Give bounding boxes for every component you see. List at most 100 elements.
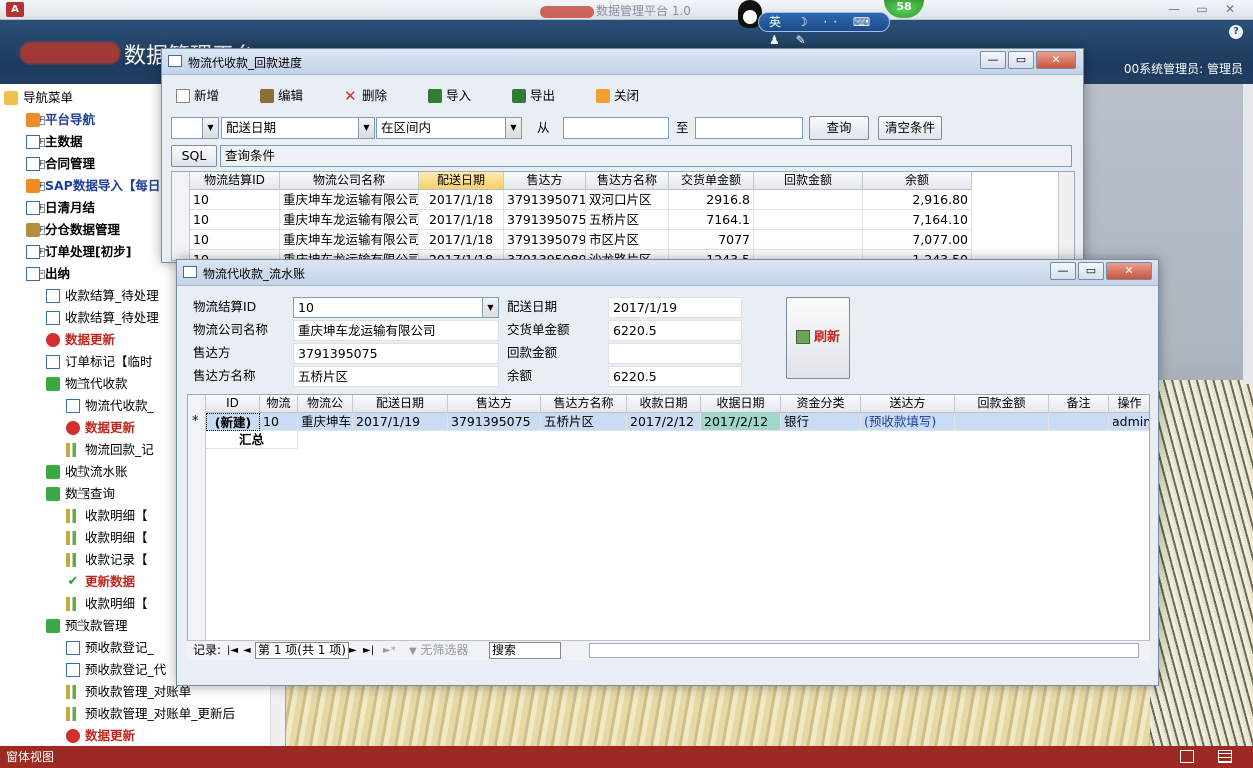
sidebar-item[interactable]: + 分仓数据管理 (26, 219, 120, 241)
sidebar-item[interactable]: − 数据查询 (46, 483, 115, 505)
table-cell[interactable]: 重庆坤车 (298, 413, 353, 431)
win1-restore-button[interactable]: ▭ (1008, 51, 1034, 69)
column-header[interactable]: 收据日期 (701, 395, 781, 413)
table-cell[interactable]: 市区片区 (586, 230, 669, 250)
ime-toolbar[interactable]: 英 ☽ ·· ⌨ ♟ ✎ (758, 12, 890, 47)
win1-minimize-button[interactable]: — (980, 51, 1006, 69)
table-cell[interactable]: 银行 (781, 413, 861, 431)
to-input[interactable] (695, 117, 803, 139)
add-button[interactable]: 新增 (176, 87, 219, 105)
column-header[interactable]: 物流公司名称 (280, 172, 419, 190)
win2-minimize-button[interactable]: — (1050, 262, 1076, 280)
table-cell[interactable]: 7164.1 (669, 210, 754, 230)
column-header[interactable]: 配送日期 (353, 395, 448, 413)
sidebar-item[interactable]: + 平台导航 (26, 109, 95, 131)
form-view-icon[interactable] (1180, 750, 1194, 763)
column-header[interactable]: 物流公 (298, 395, 353, 413)
horizontal-scrollbar[interactable] (589, 643, 1139, 658)
table-cell[interactable]: 重庆坤车龙运输有限公司 (280, 210, 419, 230)
sidebar-item[interactable]: 物流代收款_ (66, 395, 154, 417)
new-record-button[interactable]: ►* (383, 641, 396, 660)
expand-toggle-icon[interactable]: − (76, 622, 85, 631)
column-header[interactable]: 送达方 (861, 395, 955, 413)
win2-titlebar[interactable]: 物流代收款_流水账 — ▭ ✕ (177, 260, 1158, 286)
column-header[interactable]: 售达方 (448, 395, 541, 413)
table-cell[interactable]: admin (1109, 413, 1149, 431)
column-header[interactable]: 备注 (1049, 395, 1109, 413)
table-cell[interactable]: 10 (260, 413, 298, 431)
table-cell[interactable]: 五桥片区 (586, 210, 669, 230)
prev-record-button[interactable]: ◄ (243, 641, 251, 660)
first-record-button[interactable]: |◄ (227, 641, 238, 660)
app-close-button[interactable]: ✕ (1220, 1, 1240, 18)
table-cell[interactable]: 3791395071 (504, 190, 586, 210)
sidebar-item[interactable]: 预收款管理_对账单 (66, 681, 191, 703)
column-header[interactable]: 回款金额 (754, 172, 863, 190)
app-restore-button[interactable]: ▭ (1192, 1, 1212, 18)
access-app-icon[interactable]: A (6, 2, 24, 17)
last-record-button[interactable]: ►| (363, 641, 374, 660)
vertical-scrollbar[interactable] (1058, 172, 1074, 260)
sidebar-item[interactable]: 数据更新 (66, 417, 135, 439)
sidebar-item[interactable]: + 订单处理[初步] (26, 241, 131, 263)
delete-button[interactable]: ✕ 删除 (344, 87, 387, 105)
sidebar-item[interactable]: + 收款流水账 (46, 461, 128, 483)
table-cell[interactable] (754, 210, 863, 230)
sidebar-item[interactable]: 预收款登记_代 (66, 659, 166, 681)
column-header[interactable]: ID (206, 395, 260, 413)
next-record-button[interactable]: ► (349, 641, 357, 660)
table-cell[interactable]: 重庆坤车龙运输有限公司 (280, 190, 419, 210)
table-cell[interactable]: 10 (190, 210, 280, 230)
table-cell[interactable]: 2017/2/12 (627, 413, 701, 431)
table-cell[interactable]: 3791395075 (448, 413, 541, 431)
sidebar-item[interactable]: + 日清月结 (26, 197, 95, 219)
column-header[interactable]: 操作 (1109, 395, 1149, 413)
win2-restore-button[interactable]: ▭ (1078, 262, 1104, 280)
table-cell[interactable]: 2916.8 (669, 190, 754, 210)
column-header[interactable]: 物流结算ID (190, 172, 280, 190)
chevron-down-icon[interactable]: ▼ (482, 298, 498, 317)
table-cell[interactable] (955, 413, 1049, 431)
buyer-field[interactable]: 3791395075 (293, 343, 499, 364)
table-cell[interactable]: 3791395079 (504, 230, 586, 250)
help-icon[interactable]: ? (1229, 25, 1243, 39)
sidebar-item[interactable]: 收款明细【 (66, 505, 148, 527)
table-cell[interactable]: 双河口片区 (586, 190, 669, 210)
no-filter-button[interactable]: ▼ 无筛选器 (409, 641, 469, 661)
table-cell[interactable]: 2017/1/19 (353, 413, 448, 431)
sidebar-item[interactable]: − 物流代收款 (46, 373, 128, 395)
from-input[interactable] (563, 117, 669, 139)
table-cell[interactable]: 3791395075 (504, 210, 586, 230)
close-form-button[interactable]: 关闭 (596, 87, 639, 105)
buyer-name-field[interactable]: 五桥片区 (293, 366, 499, 387)
sidebar-item[interactable]: + 合同管理 (26, 153, 95, 175)
import-button[interactable]: 导入 (428, 87, 471, 105)
sidebar-item[interactable]: + SAP数据导入【每日 (26, 175, 160, 197)
table-cell[interactable]: 7,164.10 (863, 210, 972, 230)
filter-logic-select[interactable]: ▼ (171, 117, 219, 139)
expand-toggle-icon[interactable]: − (76, 490, 85, 499)
sidebar-item[interactable]: 预收款登记_ (66, 637, 154, 659)
sidebar-item[interactable]: 收款结算_待处理 (46, 285, 159, 307)
received-field[interactable] (608, 343, 742, 364)
sidebar-item[interactable]: 导航菜单 (4, 87, 73, 109)
win1-titlebar[interactable]: 物流代收款_回款进度 — ▭ ✕ (162, 49, 1083, 75)
table-cell[interactable]: 10 (190, 190, 280, 210)
column-header[interactable]: 资金分类 (781, 395, 861, 413)
export-button[interactable]: 导出 (512, 87, 555, 105)
table-cell[interactable]: 重庆坤车龙运输有限公司 (280, 230, 419, 250)
table-cell[interactable]: 2017/1/18 (419, 210, 504, 230)
sidebar-item[interactable]: + 主数据 (26, 131, 83, 153)
sidebar-item[interactable]: 数据更新 (46, 329, 115, 351)
table-cell[interactable]: 2,916.80 (863, 190, 972, 210)
table-cell[interactable]: 7077 (669, 230, 754, 250)
table-cell[interactable] (754, 190, 863, 210)
column-header[interactable]: 售达方名称 (541, 395, 627, 413)
date-field[interactable]: 2017/1/19 (608, 297, 742, 318)
filter-operator-select[interactable]: 在区间内 ▼ (376, 117, 522, 139)
sidebar-item[interactable]: 订单标记【临时 (46, 351, 153, 373)
sidebar-item[interactable]: − 预收款管理 (46, 615, 128, 637)
table-cell[interactable]: 2017/1/18 (419, 190, 504, 210)
clear-conditions-button[interactable]: 清空条件 (878, 116, 942, 140)
win2-close-button[interactable]: ✕ (1106, 262, 1152, 280)
